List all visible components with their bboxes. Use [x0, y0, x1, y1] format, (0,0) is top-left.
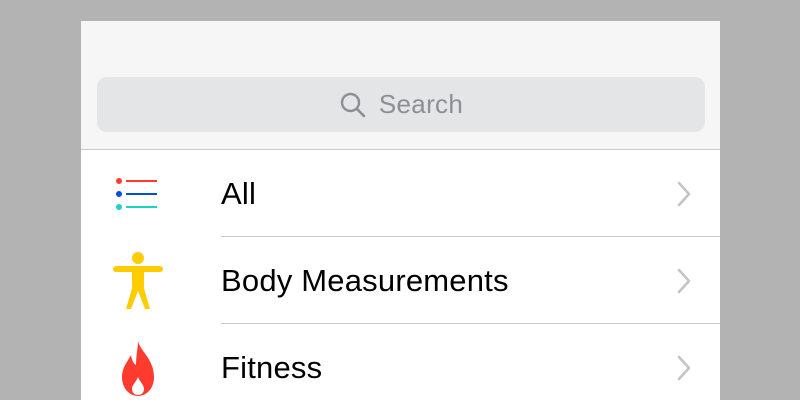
search-bar[interactable]: Search [97, 77, 705, 132]
body-figure-icon [109, 251, 167, 310]
search-placeholder: Search [378, 89, 464, 119]
chevron-right-icon [677, 355, 691, 380]
search-icon [340, 92, 366, 117]
category-label: All [221, 175, 257, 211]
category-label: Fitness [221, 349, 323, 385]
category-all[interactable]: All [81, 150, 720, 237]
nav-header: Search [81, 21, 720, 150]
chevron-right-icon [677, 268, 691, 293]
category-fitness[interactable]: Fitness [81, 324, 720, 400]
list-icon [109, 165, 167, 223]
flame-icon [109, 339, 167, 397]
category-list: All Body Measurements Fitness [81, 150, 720, 400]
category-label: Body Measurements [221, 262, 509, 298]
chevron-right-icon [677, 181, 691, 206]
health-app-screen: Search All Body Measurements Fitness [81, 21, 720, 400]
category-body-measurements[interactable]: Body Measurements [81, 237, 720, 324]
